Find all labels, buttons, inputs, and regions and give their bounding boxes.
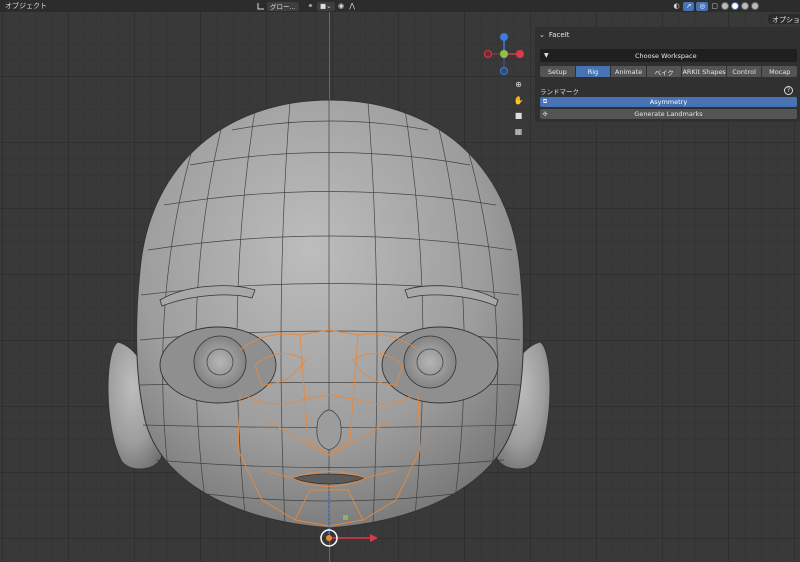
rendered-shading-icon[interactable] [751,2,760,10]
choose-workspace-label: Choose Workspace [635,51,697,60]
grid-view-icon[interactable]: ▦ [513,126,524,137]
tab-animate[interactable]: Animate [611,66,646,77]
landmark-icon: ✣ [542,110,548,118]
mode-selector[interactable]: オブジェクト [5,1,47,11]
gizmo-toggle[interactable]: ↗ [683,1,695,11]
navigation-gizmo[interactable] [480,30,530,80]
material-shading-icon[interactable] [741,2,750,10]
solid-shading-icon[interactable] [731,2,740,10]
faceit-panel: ⌄ FaceIt ▼ Choose Workspace Setup Rig An… [535,27,800,122]
wireframe-shading-icon[interactable] [721,2,730,10]
tab-mocap[interactable]: Mocap [762,66,798,77]
asymmetry-label: Asymmetry [649,98,688,106]
overlay-toggle[interactable]: ◎ [696,1,709,11]
zoom-icon[interactable]: ⊕ [513,79,524,90]
tab-setup[interactable]: Setup [540,66,575,77]
asymmetry-button[interactable]: ⧉ Asymmetry [540,97,797,107]
chevron-down-icon: ⌄ [539,31,545,39]
right-eyeball [403,335,457,389]
orientation-icon [256,2,265,11]
generate-landmarks-label: Generate Landmarks [634,110,703,118]
falloff-icon[interactable]: ⋀ [348,2,357,11]
shading-modes [721,2,760,10]
generate-landmarks-button[interactable]: ✣ Generate Landmarks [540,109,797,119]
workspace-tabs: Setup Rig Animate ベイク ARKit Shapes Contr… [540,66,798,77]
tab-bake[interactable]: ベイク [646,66,682,77]
snap-dropdown[interactable]: ■ ⌄ [317,1,335,11]
viewport-header: オブジェクト グロー... ⚭ ■ ⌄ ◉ ⋀ ◐ ↗ ◎ ▢ [0,0,800,12]
landmarks-section-label: ランドマーク [540,88,579,96]
pan-hand-icon[interactable]: ✋ [513,95,524,106]
tab-rig[interactable]: Rig [575,66,611,77]
panel-header[interactable]: ⌄ FaceIt [535,29,570,41]
tab-control[interactable]: Control [726,66,762,77]
transform-orientation-group: グロー... [256,1,299,11]
camera-icon[interactable]: ■ [513,110,524,121]
chevron-down-icon: ⌄ [326,2,332,10]
xray-icon[interactable]: ▢ [710,2,719,11]
pivot-snap-group: ⚭ ■ ⌄ ◉ ⋀ [306,1,357,11]
overlay-group: ◐ ↗ ◎ ▢ [672,1,760,11]
choose-workspace-button[interactable]: ▼ Choose Workspace [540,49,797,62]
proportional-edit-icon[interactable]: ◉ [337,2,346,11]
options-tab[interactable]: オプション [768,14,800,24]
help-icon[interactable]: ? [784,86,793,95]
asymmetry-icon: ⧉ [542,98,548,105]
panel-title: FaceIt [548,31,570,39]
nose [316,409,342,451]
link-icon[interactable]: ⚭ [306,2,315,11]
tab-arkit-shapes[interactable]: ARKit Shapes [682,66,726,77]
visibility-icon[interactable]: ◐ [672,2,681,11]
left-eyeball [193,335,247,389]
transform-orientation-dropdown[interactable]: グロー... [267,1,299,11]
